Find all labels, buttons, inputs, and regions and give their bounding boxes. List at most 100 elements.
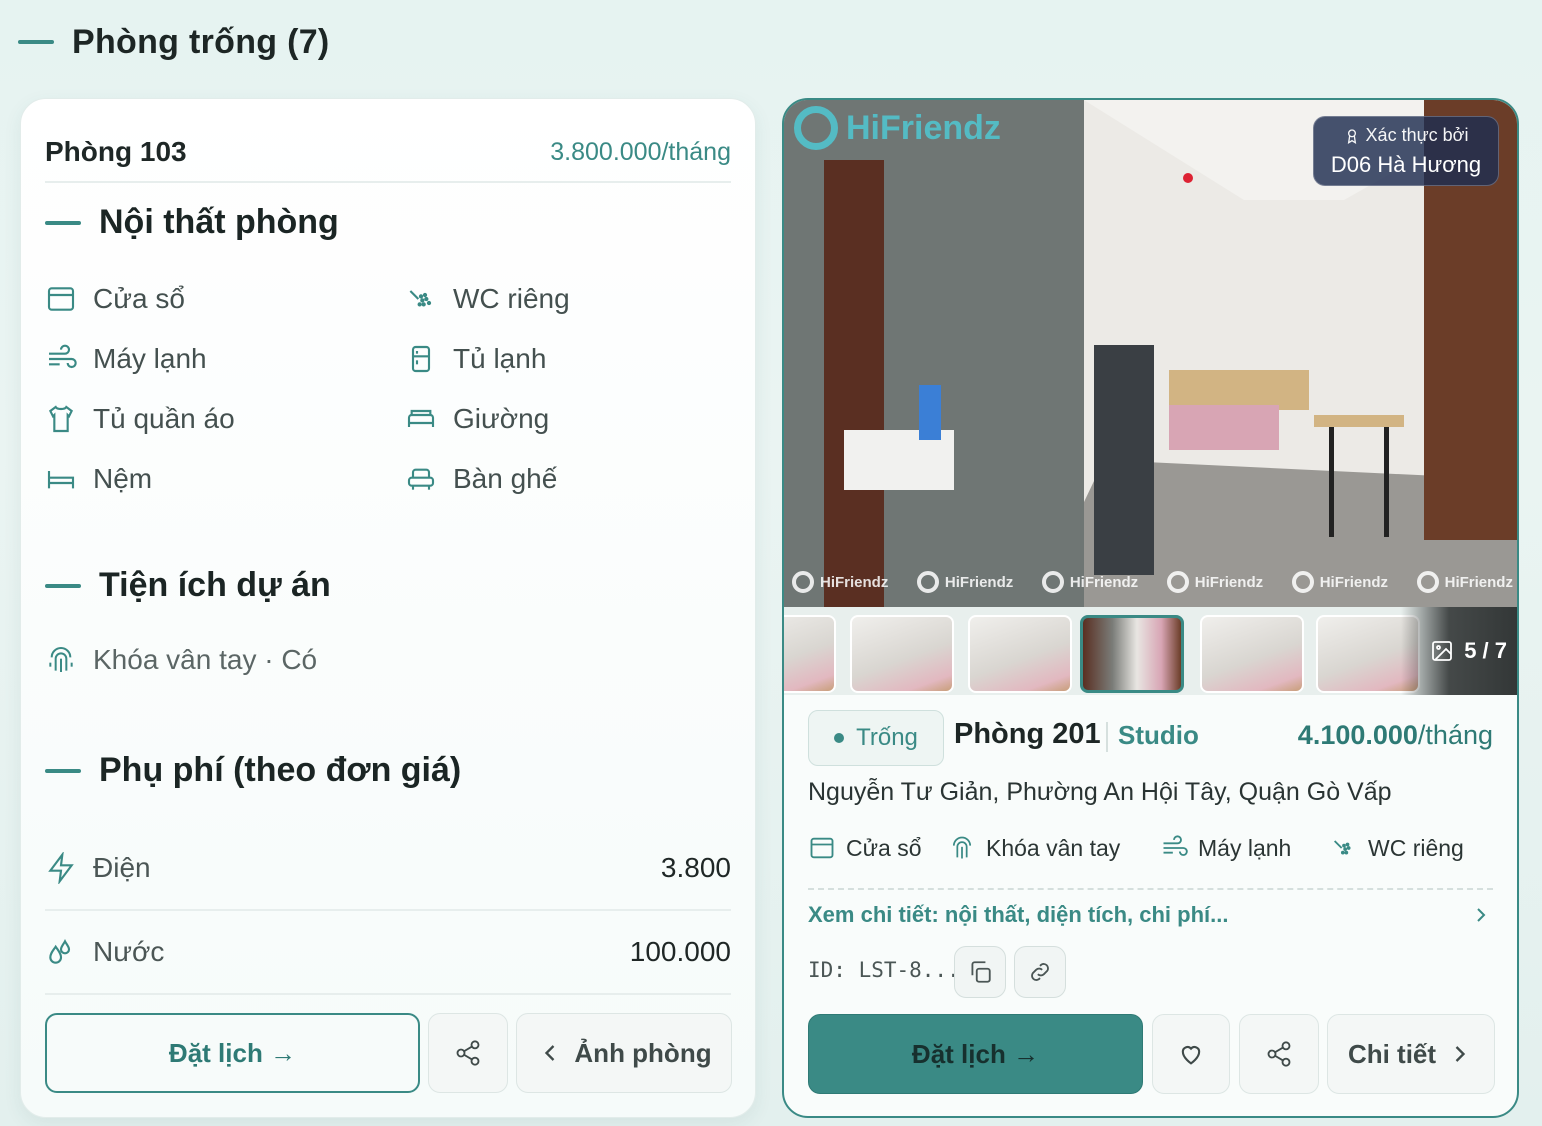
- furniture-label: Bàn ghế: [453, 463, 558, 494]
- divider: [1106, 722, 1108, 752]
- section-title: Phòng trống (7): [72, 22, 330, 61]
- dashed-divider: [808, 888, 1493, 890]
- copy-id-button[interactable]: [954, 946, 1006, 998]
- furniture-title: Nội thất phòng: [99, 203, 339, 241]
- shirt-icon: [48, 405, 74, 433]
- copy-icon: [971, 961, 991, 983]
- feature-label: Máy lạnh: [1198, 834, 1292, 861]
- fee-label: Nước: [93, 936, 165, 967]
- heading-dash: [45, 583, 81, 588]
- room-detail-card: Phòng 103 3.800.000/tháng Nội thất phòng…: [20, 98, 756, 1118]
- furniture-item: Nệm: [45, 459, 152, 499]
- window-icon: [810, 837, 834, 859]
- chevron-right-icon: [1455, 1046, 1466, 1062]
- heart-icon: [1181, 1046, 1201, 1065]
- status-badge: Trống: [808, 710, 944, 766]
- mattress-icon: [47, 471, 75, 489]
- room-price: 3.800.000/tháng: [550, 137, 731, 166]
- thumbnail-active[interactable]: [1080, 615, 1184, 693]
- fee-row-electricity: Điện 3.800: [45, 827, 731, 911]
- furniture-label: Nệm: [93, 463, 153, 494]
- feature-label: WC riêng: [1368, 834, 1464, 861]
- room-name: Phòng 201: [954, 718, 1101, 750]
- fee-row-water: Nước 100.000: [45, 911, 731, 995]
- verified-badge: Xác thực bởi D06 Hà Hương: [1313, 116, 1499, 186]
- window-icon: [47, 287, 75, 311]
- watermark: HiFriendz: [1416, 571, 1513, 593]
- thumbnail[interactable]: [968, 615, 1072, 693]
- furniture-label: WC riêng: [453, 283, 570, 314]
- share-icon: [456, 1040, 480, 1066]
- furniture-heading: Nội thất phòng: [45, 203, 339, 242]
- lightning-icon: [48, 852, 74, 884]
- furniture-label: Tủ quần áo: [93, 403, 235, 434]
- watermark: HiFriendz: [1166, 571, 1264, 593]
- status-text: Trống: [856, 724, 918, 751]
- watermark-text: HiFriendz: [944, 573, 1014, 591]
- logo-ring-icon: [1291, 571, 1314, 593]
- room-price: 4.100.000/tháng: [1298, 720, 1493, 751]
- watermark-text: HiFriendz: [1194, 573, 1264, 591]
- furniture-label: Tủ lạnh: [453, 343, 547, 374]
- photo-counter: 5 / 7: [1401, 607, 1517, 695]
- feature-tag: Máy lạnh: [1160, 834, 1291, 862]
- room-listing-card: HiFriendz Xác thực bởi D06 Hà Hương HiFr…: [782, 98, 1519, 1118]
- listing-id: ID: LST-8...: [808, 958, 960, 982]
- watermark: HiFriendz: [1291, 571, 1389, 593]
- link-icon: [1031, 963, 1049, 981]
- heading-dash: [45, 220, 81, 225]
- bed-icon: [407, 409, 435, 427]
- heading-dash: [45, 768, 81, 773]
- fee-label-group: Điện: [45, 852, 151, 884]
- thumbnail[interactable]: [1200, 615, 1304, 693]
- room-header: Phòng 103 3.800.000/tháng: [45, 123, 731, 183]
- amenity-label: Khóa vân tay · Có: [93, 644, 318, 675]
- price-unit: /tháng: [1417, 720, 1493, 750]
- droplets-icon: [49, 938, 71, 964]
- room-photo[interactable]: HiFriendz Xác thực bởi D06 Hà Hương HiFr…: [784, 100, 1517, 607]
- furniture-label: Giường: [453, 403, 550, 434]
- furniture-item: Tủ quần áo: [45, 399, 235, 439]
- fee-label: Điện: [93, 852, 151, 883]
- favorite-button[interactable]: [1152, 1014, 1230, 1094]
- wind-icon: [1163, 835, 1188, 856]
- copy-link-button[interactable]: [1014, 946, 1066, 998]
- furniture-item: Cửa sổ: [45, 279, 185, 319]
- logo-ring-icon: [792, 571, 814, 593]
- fees-title: Phụ phí (theo đơn giá): [99, 751, 462, 789]
- fingerprint-icon: [49, 647, 73, 672]
- wind-icon: [49, 344, 77, 369]
- share-icon: [1267, 1041, 1291, 1067]
- amenities-title: Tiện ích dự án: [99, 566, 331, 604]
- feature-tag: Khóa vân tay: [948, 834, 1120, 862]
- share-button[interactable]: [428, 1013, 508, 1093]
- logo-ring-icon: [1416, 571, 1439, 593]
- furniture-label: Máy lạnh: [93, 343, 207, 374]
- watermark-text: HiFriendz: [1319, 573, 1389, 591]
- amenity-item: Khóa vân tay · Có: [45, 644, 317, 676]
- photos-label: Ảnh phòng: [574, 1037, 712, 1068]
- shower-icon: [409, 290, 432, 307]
- verified-name: D06 Hà Hương: [1330, 152, 1482, 177]
- feature-label: Cửa sổ: [846, 834, 922, 861]
- watermark: HiFriendz: [916, 571, 1014, 593]
- book-button[interactable]: Đặt lịch →: [808, 1014, 1143, 1094]
- feature-tag: WC riêng: [1330, 834, 1464, 862]
- photo-counter-text: 5 / 7: [1464, 638, 1507, 663]
- details-button[interactable]: Chi tiết: [1327, 1014, 1495, 1094]
- photos-button[interactable]: Ảnh phòng: [516, 1013, 732, 1093]
- book-button[interactable]: Đặt lịch →: [45, 1013, 420, 1093]
- view-details-link[interactable]: Xem chi tiết: nội thất, diện tích, chi p…: [808, 898, 1493, 932]
- furniture-item: Tủ lạnh: [405, 339, 546, 379]
- fridge-icon: [411, 345, 431, 373]
- section-dash: [18, 40, 54, 44]
- watermark-text: HiFriendz: [1069, 573, 1139, 591]
- thumbnail[interactable]: [784, 615, 836, 693]
- fees-heading: Phụ phí (theo đơn giá): [45, 751, 461, 790]
- share-button[interactable]: [1239, 1014, 1319, 1094]
- view-details-text: Xem chi tiết: nội thất, diện tích, chi p…: [808, 902, 1229, 927]
- furniture-item: Giường: [405, 399, 549, 439]
- award-icon: [1347, 128, 1356, 144]
- verified-label: Xác thực bởi: [1365, 125, 1469, 145]
- thumbnail[interactable]: [850, 615, 954, 693]
